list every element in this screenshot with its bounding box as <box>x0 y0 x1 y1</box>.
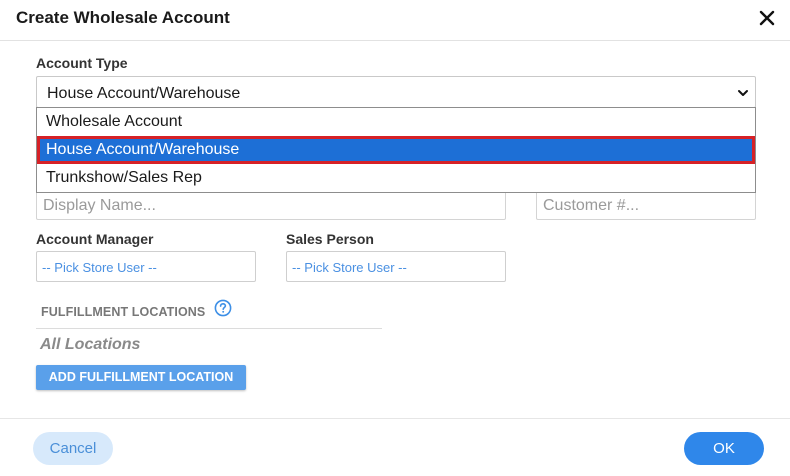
all-locations-text: All Locations <box>40 336 141 353</box>
option-wholesale-account[interactable]: Wholesale Account <box>37 108 755 136</box>
customer-number-input[interactable]: Customer #... <box>536 190 756 220</box>
option-trunkshow-sales-rep[interactable]: Trunkshow/Sales Rep <box>37 164 755 192</box>
account-type-label: Account Type <box>36 55 128 71</box>
cancel-button[interactable]: Cancel <box>33 432 113 465</box>
help-circle-icon[interactable] <box>214 299 232 317</box>
option-house-account-warehouse[interactable]: House Account/Warehouse <box>37 136 755 164</box>
dialog-title: Create Wholesale Account <box>16 8 230 27</box>
dialog-header: Create Wholesale Account <box>0 0 790 41</box>
account-type-selected-value: House Account/Warehouse <box>47 85 241 102</box>
display-name-placeholder: Display Name... <box>43 197 156 214</box>
add-fulfillment-location-button[interactable]: ADD FULFILLMENT LOCATION <box>36 365 246 390</box>
sales-person-label: Sales Person <box>286 231 374 247</box>
ok-button[interactable]: OK <box>684 432 764 465</box>
sales-person-placeholder: -- Pick Store User -- <box>292 260 407 275</box>
account-type-dropdown: Wholesale Account House Account/Warehous… <box>36 107 756 193</box>
account-manager-placeholder: -- Pick Store User -- <box>42 260 157 275</box>
display-name-input[interactable]: Display Name... <box>36 190 506 220</box>
fulfillment-locations-title: FULFILLMENT LOCATIONS <box>41 305 206 319</box>
account-manager-picker[interactable]: -- Pick Store User -- <box>36 251 256 282</box>
account-manager-label: Account Manager <box>36 231 154 247</box>
fulfillment-divider <box>36 328 382 329</box>
sales-person-picker[interactable]: -- Pick Store User -- <box>286 251 506 282</box>
chevron-down-icon <box>737 87 749 99</box>
close-icon[interactable] <box>756 7 778 29</box>
customer-number-placeholder: Customer #... <box>543 197 640 214</box>
dialog-footer: Cancel OK <box>0 418 790 476</box>
account-type-select[interactable]: House Account/Warehouse <box>36 76 756 108</box>
